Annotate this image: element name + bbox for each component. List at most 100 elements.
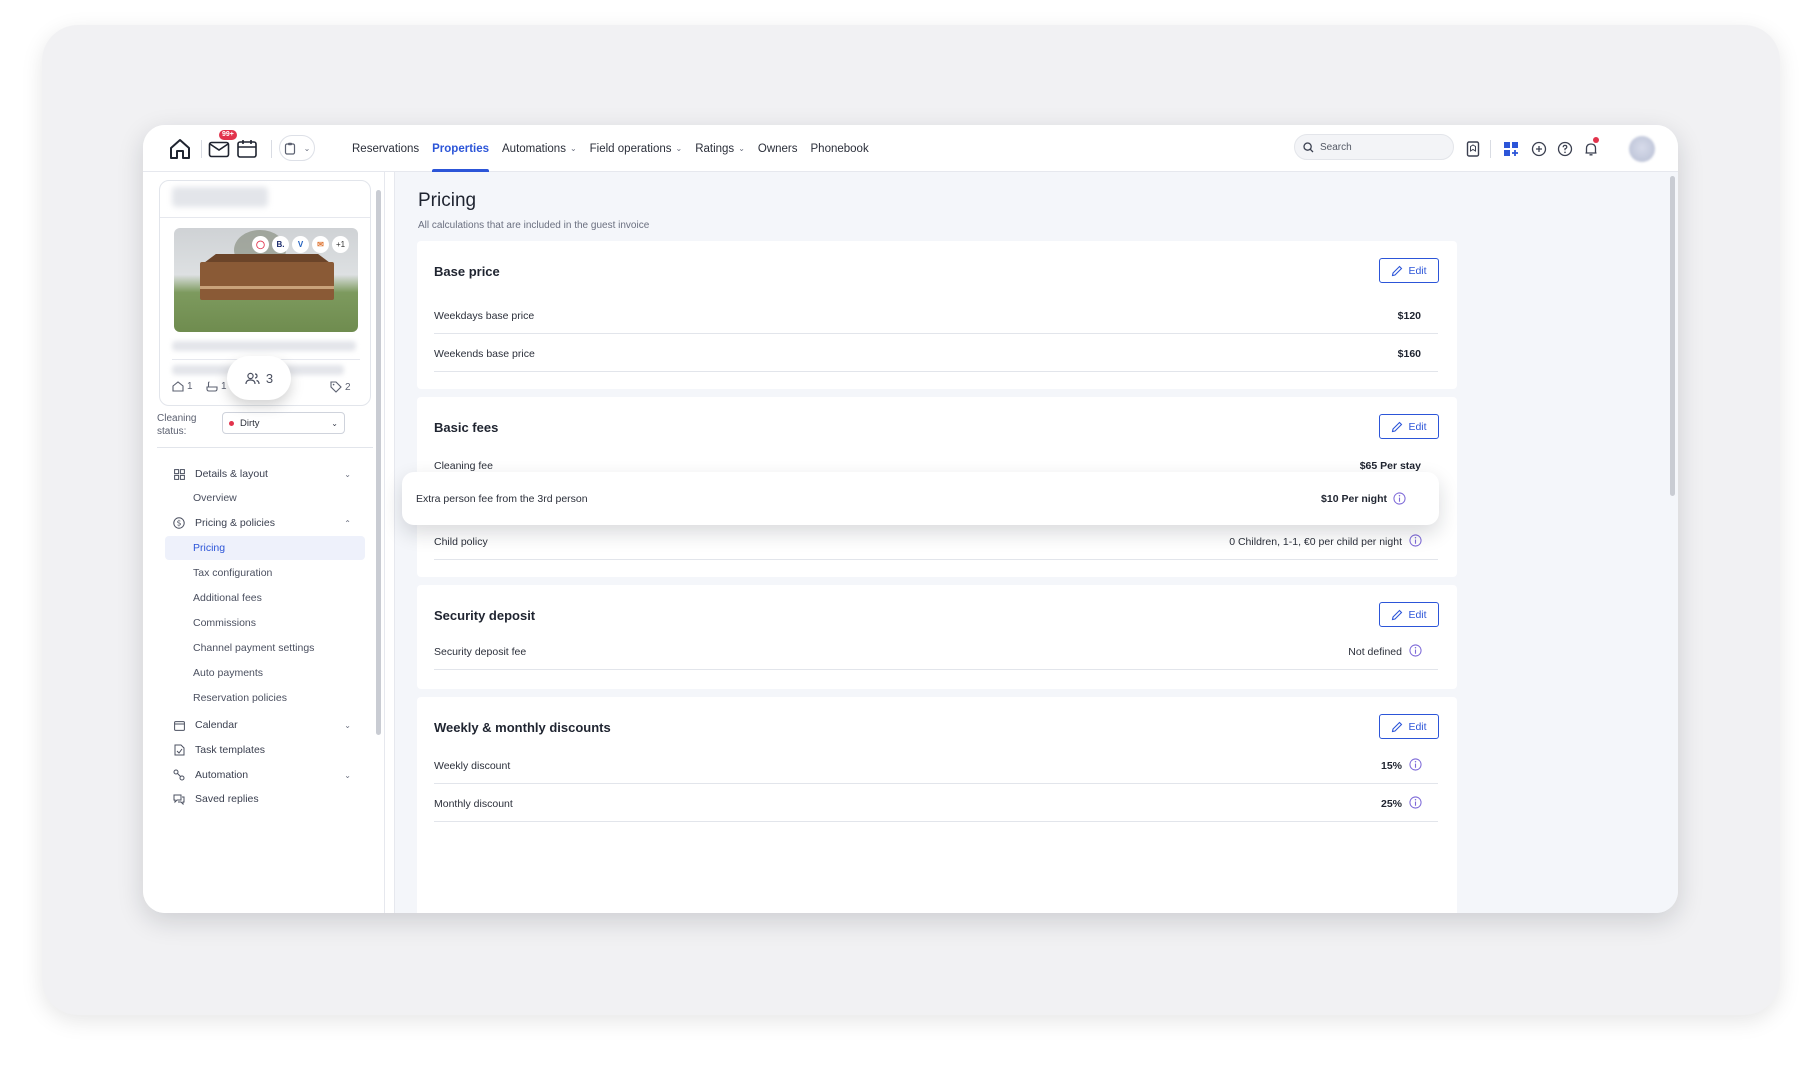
- bathrooms-count: 1: [221, 381, 227, 392]
- guests-icon: [245, 372, 260, 384]
- booking-icon: B.: [272, 236, 289, 253]
- bedrooms-count: 1: [187, 381, 193, 392]
- avatar[interactable]: [1629, 136, 1655, 162]
- calendar-icon[interactable]: [235, 137, 259, 161]
- search-box[interactable]: [1294, 134, 1454, 160]
- pencil-icon: [1392, 721, 1403, 732]
- sidebar-item-label: Details & layout: [195, 468, 268, 480]
- tags-stat: 2: [330, 381, 351, 393]
- main-menu: Reservations Properties Automations ⌄ Field …: [352, 125, 882, 172]
- status-dot: [229, 420, 234, 426]
- sidebar-item-pricing[interactable]: Pricing: [165, 536, 365, 560]
- table-row: Security deposit fee Not defined: [434, 632, 1438, 670]
- add-circle-icon[interactable]: [1527, 137, 1551, 161]
- sidebar-item-automation[interactable]: Automation ⌄: [157, 763, 373, 787]
- sidebar-item-auto-payments[interactable]: Auto payments: [165, 661, 365, 685]
- inbox-icon[interactable]: 99+: [207, 130, 237, 161]
- cleaning-status-select[interactable]: Dirty ⌄: [222, 412, 345, 434]
- cleaning-status-value: Dirty: [240, 417, 260, 429]
- pencil-icon: [1392, 421, 1403, 432]
- workspace-dropdown[interactable]: ⌄: [279, 135, 315, 161]
- sidebar-item-calendar[interactable]: Calendar ⌄: [157, 713, 373, 737]
- row-label: Weekdays base price: [434, 310, 535, 322]
- card-divider: [160, 217, 370, 218]
- edit-security-deposit-button[interactable]: Edit: [1379, 602, 1439, 627]
- edit-label: Edit: [1408, 720, 1427, 733]
- section-title: Weekly & monthly discounts: [434, 720, 611, 735]
- edit-base-price-button[interactable]: Edit: [1379, 258, 1439, 283]
- channels-more-count: +1: [332, 236, 349, 253]
- pencil-icon: [1392, 265, 1403, 276]
- notifications-bell-icon[interactable]: [1579, 137, 1603, 161]
- pricing-main-content: Pricing All calculations that are includ…: [385, 172, 1678, 913]
- task-template-icon: [171, 744, 187, 756]
- calendar-icon: [171, 720, 187, 731]
- edit-discounts-button[interactable]: Edit: [1379, 714, 1439, 739]
- table-row: Weekly discount 15%: [434, 746, 1438, 784]
- home-logo-icon[interactable]: [167, 137, 193, 161]
- edit-label: Edit: [1408, 608, 1427, 621]
- info-icon[interactable]: [1409, 796, 1422, 809]
- nav-reservations[interactable]: Reservations: [352, 125, 419, 172]
- automation-icon: [171, 769, 187, 781]
- bookmark-icon[interactable]: [1461, 137, 1485, 161]
- sidebar-item-label: Calendar: [195, 719, 238, 731]
- sidebar-item-commissions[interactable]: Commissions: [165, 611, 365, 635]
- nav-item-label: Properties: [432, 142, 490, 155]
- section-title: Basic fees: [434, 420, 499, 435]
- row-value: 0 Children, 1-1, €0 per child per night: [1229, 536, 1402, 548]
- nav-divider: [201, 140, 202, 158]
- info-icon[interactable]: [1409, 644, 1422, 657]
- sidebar-scrollbar[interactable]: [376, 190, 381, 735]
- nav-ratings[interactable]: Ratings ⌄: [695, 125, 745, 172]
- clipboard-icon: [284, 142, 295, 155]
- nav-automations[interactable]: Automations ⌄: [502, 125, 577, 172]
- main-scrollbar[interactable]: [1670, 176, 1675, 496]
- sidebar-item-overview[interactable]: Overview: [165, 486, 365, 510]
- property-name-redacted: [172, 187, 268, 207]
- sidebar-item-saved-replies[interactable]: Saved replies: [157, 787, 373, 811]
- sidebar-item-channel-payment-settings[interactable]: Channel payment settings: [165, 636, 365, 660]
- sidebar-item-details-layout[interactable]: Details & layout ⌄: [157, 462, 373, 486]
- photo-house: [200, 262, 334, 300]
- edit-label: Edit: [1408, 264, 1427, 277]
- row-value: Not defined: [1348, 646, 1402, 658]
- nav-item-label: Automations: [502, 142, 566, 155]
- sidebar-item-pricing-policies[interactable]: $ Pricing & policies ⌃: [157, 511, 373, 535]
- photo-porch: [200, 286, 334, 289]
- nav-owners[interactable]: Owners: [758, 125, 798, 172]
- chat-bubbles-icon: [171, 794, 187, 805]
- channel-badges: ◯ B. V ✉ +1: [252, 236, 349, 253]
- edit-basic-fees-button[interactable]: Edit: [1379, 414, 1439, 439]
- row-label: Child policy: [434, 536, 488, 548]
- chevron-down-icon: ⌄: [344, 720, 351, 730]
- property-photo: ◯ B. V ✉ +1: [174, 228, 358, 332]
- apps-grid-icon[interactable]: [1499, 137, 1523, 161]
- sidebar-item-task-templates[interactable]: Task templates: [157, 738, 373, 762]
- chevron-down-icon: ⌄: [569, 144, 577, 153]
- search-input[interactable]: [1320, 141, 1440, 153]
- panel-gutter: [385, 172, 395, 913]
- help-icon[interactable]: [1553, 137, 1577, 161]
- nav-properties[interactable]: Properties: [432, 125, 489, 172]
- info-icon[interactable]: [1409, 534, 1422, 547]
- chevron-down-icon: ⌄: [675, 144, 683, 153]
- nav-divider: [1490, 140, 1491, 158]
- nav-item-label: Reservations: [352, 142, 420, 155]
- sidebar-item-label: Saved replies: [195, 793, 259, 805]
- sidebar-item-tax-configuration[interactable]: Tax configuration: [165, 561, 365, 585]
- info-icon[interactable]: [1393, 492, 1406, 505]
- row-label: Extra person fee from the 3rd person: [416, 493, 588, 505]
- chevron-down-icon: ⌄: [303, 143, 311, 153]
- edit-label: Edit: [1408, 420, 1427, 433]
- sidebar-item-reservation-policies[interactable]: Reservation policies: [165, 686, 365, 710]
- nav-phonebook[interactable]: Phonebook: [811, 125, 869, 172]
- info-icon[interactable]: [1409, 758, 1422, 771]
- bathtub-icon: [206, 381, 218, 392]
- row-value: $65 Per stay: [1359, 460, 1421, 472]
- sidebar-item-additional-fees[interactable]: Additional fees: [165, 586, 365, 610]
- row-label: Monthly discount: [434, 798, 513, 810]
- tags-count: 2: [345, 381, 351, 393]
- nav-field-operations[interactable]: Field operations ⌄: [590, 125, 683, 172]
- section-title: Security deposit: [434, 608, 536, 623]
